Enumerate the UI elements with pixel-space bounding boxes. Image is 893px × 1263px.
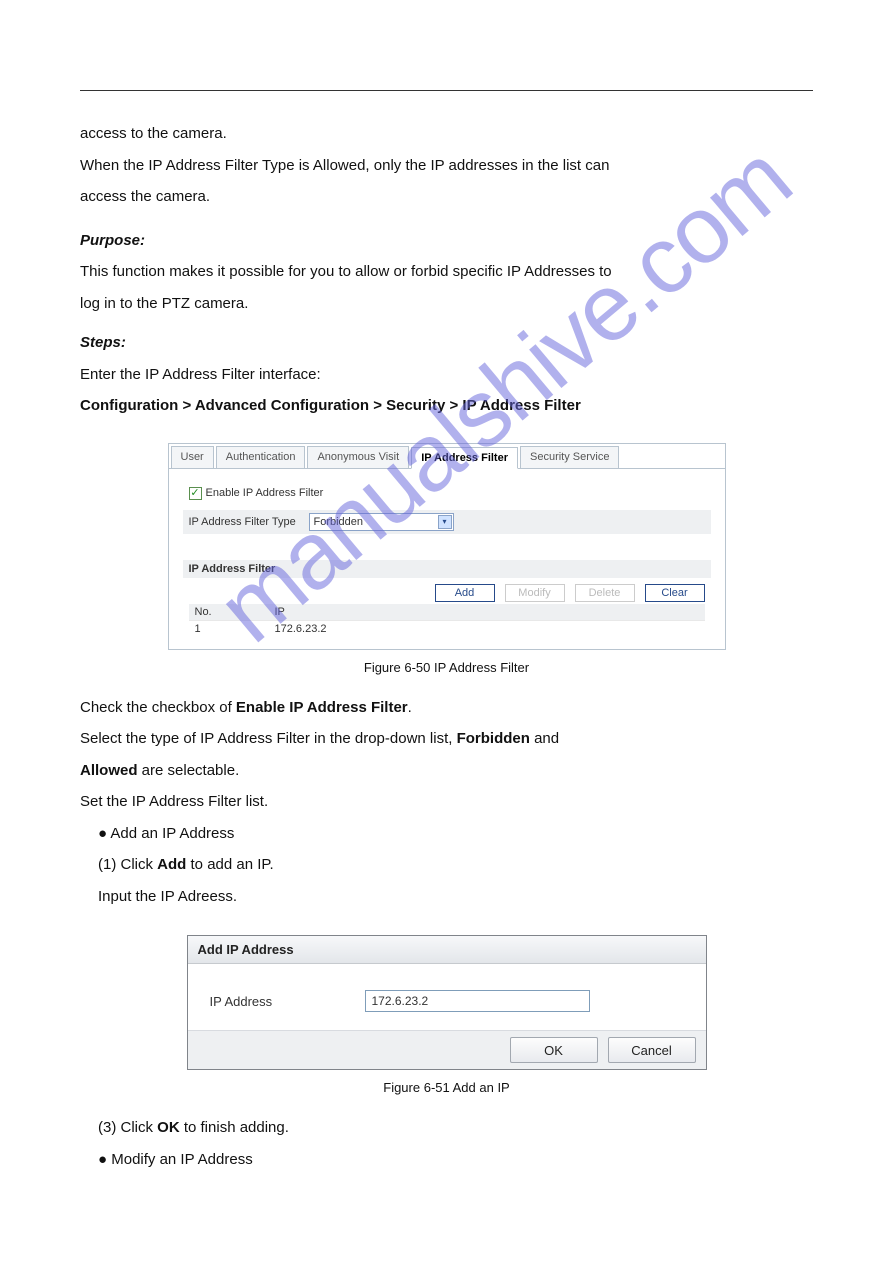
- ip-address-label: IP Address: [210, 994, 365, 1009]
- button-row: Add Modify Delete Clear: [189, 584, 705, 602]
- clear-button[interactable]: Clear: [645, 584, 705, 602]
- filter-type-value: Forbidden: [314, 516, 364, 528]
- enable-filter-label: Enable IP Address Filter: [206, 487, 324, 499]
- add-ip-dialog: Add IP Address IP Address 172.6.23.2 OK …: [187, 935, 707, 1070]
- step-1-path: Configuration > Advanced Configuration >…: [80, 393, 813, 419]
- chevron-down-icon: ▾: [438, 515, 452, 529]
- checkmark-icon: ✓: [190, 488, 199, 499]
- purpose-text-2: log in to the PTZ camera.: [80, 291, 813, 317]
- ok-button[interactable]: OK: [510, 1037, 598, 1063]
- filter-section-header: IP Address Filter: [183, 560, 711, 578]
- cell-ip: 172.6.23.2: [275, 623, 699, 635]
- column-ip: IP: [275, 606, 699, 618]
- filter-type-row: IP Address Filter Type Forbidden ▾: [183, 510, 711, 534]
- enable-filter-row: ✓ Enable IP Address Filter: [189, 487, 705, 500]
- figure-2-caption: Figure 6-51 Add an IP: [80, 1080, 813, 1095]
- add-button[interactable]: Add: [435, 584, 495, 602]
- tab-authentication[interactable]: Authentication: [216, 446, 306, 468]
- purpose-text-1: This function makes it possible for you …: [80, 259, 813, 285]
- substep-2: Input the IP Adreess.: [98, 884, 813, 910]
- header-rule: [80, 90, 813, 91]
- filter-type-select[interactable]: Forbidden ▾: [309, 513, 454, 531]
- column-no: No.: [195, 606, 275, 618]
- bullet-modify-ip: ● Modify an IP Address: [98, 1147, 813, 1173]
- step-1: Enter the IP Address Filter interface:: [80, 362, 813, 388]
- step-4: Set the IP Address Filter list.: [80, 789, 813, 815]
- table-row[interactable]: 1 172.6.23.2: [189, 620, 705, 637]
- enable-filter-checkbox[interactable]: ✓: [189, 487, 202, 500]
- substep-1: (1) Click Add to add an IP.: [98, 852, 813, 878]
- dialog-body: IP Address 172.6.23.2: [188, 964, 706, 1030]
- tabs-row: User Authentication Anonymous Visit IP A…: [169, 444, 725, 468]
- tab-anonymous-visit[interactable]: Anonymous Visit: [307, 446, 409, 468]
- modify-button[interactable]: Modify: [505, 584, 565, 602]
- purpose-label: Purpose:: [80, 232, 145, 249]
- steps-label: Steps:: [80, 334, 126, 351]
- intro-line-1: access to the camera.: [80, 121, 813, 147]
- dialog-footer: OK Cancel: [188, 1030, 706, 1069]
- intro-line-2: When the IP Address Filter Type is Allow…: [80, 153, 813, 179]
- table-header: No. IP: [189, 604, 705, 620]
- ip-address-input[interactable]: 172.6.23.2: [365, 990, 590, 1012]
- tab-user[interactable]: User: [171, 446, 214, 468]
- step-3a: Select the type of IP Address Filter in …: [80, 726, 813, 752]
- filter-type-label: IP Address Filter Type: [189, 516, 309, 528]
- tab-ip-address-filter[interactable]: IP Address Filter: [411, 447, 518, 469]
- step-3b: Allowed are selectable.: [80, 758, 813, 784]
- figure-1-caption: Figure 6-50 IP Address Filter: [80, 660, 813, 675]
- substep-3: (3) Click OK to finish adding.: [98, 1115, 813, 1141]
- bullet-add-ip: ● Add an IP Address: [98, 821, 813, 847]
- delete-button[interactable]: Delete: [575, 584, 635, 602]
- ip-filter-panel: User Authentication Anonymous Visit IP A…: [168, 443, 726, 650]
- filter-section-label: IP Address Filter: [189, 563, 276, 575]
- dialog-title: Add IP Address: [188, 936, 706, 964]
- step-2: Check the checkbox of Enable IP Address …: [80, 695, 813, 721]
- tab-security-service[interactable]: Security Service: [520, 446, 619, 468]
- cell-no: 1: [195, 623, 275, 635]
- cancel-button[interactable]: Cancel: [608, 1037, 696, 1063]
- intro-line-3: access the camera.: [80, 184, 813, 210]
- panel-body: ✓ Enable IP Address Filter IP Address Fi…: [169, 468, 725, 649]
